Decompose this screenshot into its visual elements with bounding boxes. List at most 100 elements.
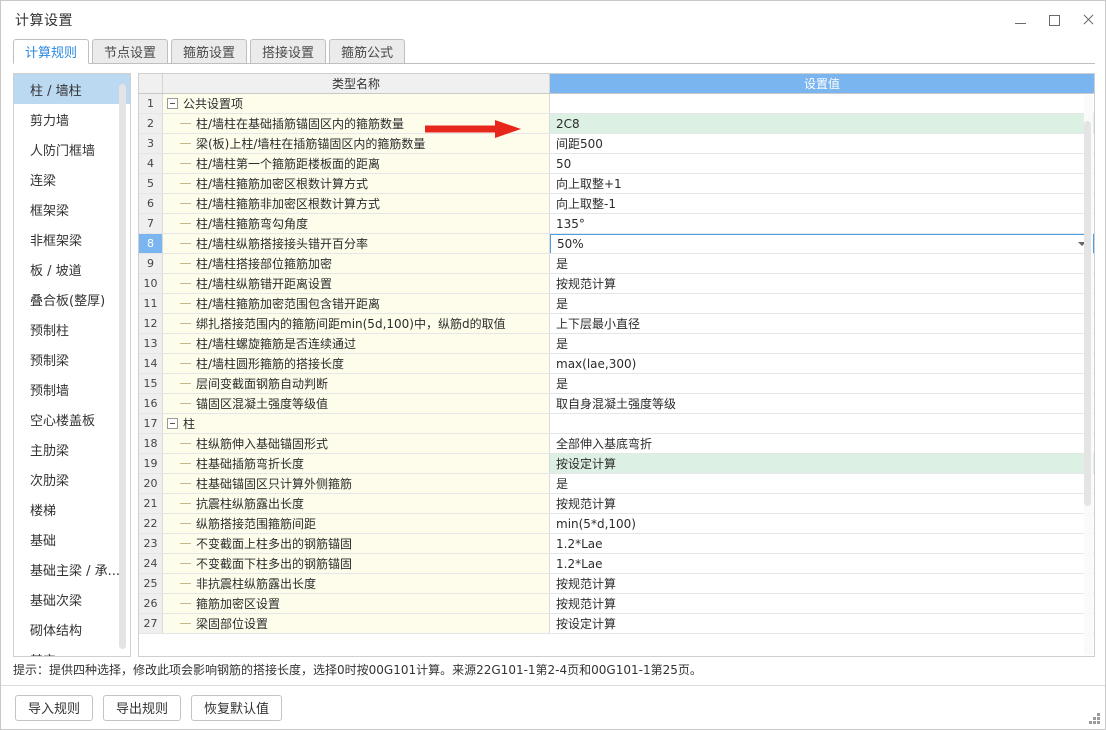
table-row[interactable]: 7 柱/墙柱箍筋弯勾角度 135° — [139, 214, 1094, 234]
collapse-minus-icon[interactable] — [167, 98, 178, 109]
tab-1[interactable]: 计算规则 — [13, 39, 90, 64]
setting-value-cell[interactable]: 135° — [550, 214, 1094, 233]
sidebar-item-20[interactable]: 其它 — [14, 644, 130, 657]
setting-value-cell[interactable]: 是 — [550, 374, 1094, 393]
setting-value-cell[interactable]: 是 — [550, 294, 1094, 313]
setting-value-cell[interactable]: 全部伸入基底弯折 — [550, 434, 1094, 453]
table-row[interactable]: 11 柱/墙柱箍筋加密范围包含错开距离 是 — [139, 294, 1094, 314]
table-row[interactable]: 27 梁固部位设置 按设定计算 — [139, 614, 1094, 634]
type-name-cell[interactable]: 梁固部位设置 — [163, 614, 550, 633]
setting-value-cell[interactable]: 是 — [550, 474, 1094, 493]
sidebar-scrollbar-thumb[interactable] — [119, 84, 126, 649]
type-name-cell[interactable]: 锚固区混凝土强度等级值 — [163, 394, 550, 413]
sidebar-item-12[interactable]: 空心楼盖板 — [14, 404, 130, 434]
sidebar-item-8[interactable]: 叠合板(整厚) — [14, 284, 130, 314]
table-row[interactable]: 19 柱基础插筋弯折长度 按设定计算 — [139, 454, 1094, 474]
sidebar-item-10[interactable]: 预制梁 — [14, 344, 130, 374]
setting-value-cell[interactable]: max(lae,300) — [550, 354, 1094, 373]
tab-3[interactable]: 箍筋设置 — [171, 39, 248, 63]
setting-value-cell[interactable]: 取自身混凝土强度等级 — [550, 394, 1094, 413]
type-name-cell[interactable]: 柱/墙柱第一个箍筋距楼板面的距离 — [163, 154, 550, 173]
close-button[interactable] — [1071, 1, 1105, 39]
setting-value-cell[interactable]: 按规范计算 — [550, 494, 1094, 513]
table-row[interactable]: 20 柱基础锚固区只计算外侧箍筋 是 — [139, 474, 1094, 494]
setting-value-cell[interactable]: 50% — [550, 234, 1094, 253]
type-name-cell[interactable]: 柱纵筋伸入基础锚固形式 — [163, 434, 550, 453]
table-row[interactable]: 26 箍筋加密区设置 按规范计算 — [139, 594, 1094, 614]
sidebar-item-4[interactable]: 连梁 — [14, 164, 130, 194]
table-row[interactable]: 14 柱/墙柱圆形箍筋的搭接长度 max(lae,300) — [139, 354, 1094, 374]
sidebar-item-7[interactable]: 板 / 坡道 — [14, 254, 130, 284]
footer-button-3[interactable]: 恢复默认值 — [191, 694, 283, 721]
minimize-button[interactable] — [1003, 1, 1037, 39]
sidebar-item-5[interactable]: 框架梁 — [14, 194, 130, 224]
table-row[interactable]: 13 柱/墙柱螺旋箍筋是否连续通过 是 — [139, 334, 1094, 354]
type-name-cell[interactable]: 柱/墙柱箍筋非加密区根数计算方式 — [163, 194, 550, 213]
setting-value-cell[interactable]: 是 — [550, 254, 1094, 273]
table-row[interactable]: 21 抗震柱纵筋露出长度 按规范计算 — [139, 494, 1094, 514]
type-name-cell[interactable]: 非抗震柱纵筋露出长度 — [163, 574, 550, 593]
collapse-minus-icon[interactable] — [167, 418, 178, 429]
sidebar-item-3[interactable]: 人防门框墙 — [14, 134, 130, 164]
setting-value-cell[interactable]: 按规范计算 — [550, 274, 1094, 293]
table-row[interactable]: 2 柱/墙柱在基础插筋锚固区内的箍筋数量 2C8 — [139, 114, 1094, 134]
sidebar-item-1[interactable]: 柱 / 墙柱 — [14, 74, 130, 104]
type-name-cell[interactable]: 柱/墙柱箍筋加密区根数计算方式 — [163, 174, 550, 193]
type-name-cell[interactable]: 柱基础锚固区只计算外侧箍筋 — [163, 474, 550, 493]
table-row[interactable]: 18 柱纵筋伸入基础锚固形式 全部伸入基底弯折 — [139, 434, 1094, 454]
setting-value-cell[interactable]: 50 — [550, 154, 1094, 173]
setting-value-cell[interactable]: min(5*d,100) — [550, 514, 1094, 533]
table-row[interactable]: 3 梁(板)上柱/墙柱在插筋锚固区内的箍筋数量 间距500 — [139, 134, 1094, 154]
table-row[interactable]: 22 纵筋搭接范围箍筋间距 min(5*d,100) — [139, 514, 1094, 534]
sidebar-item-16[interactable]: 基础 — [14, 524, 130, 554]
sidebar-item-19[interactable]: 砌体结构 — [14, 614, 130, 644]
setting-value-cell[interactable]: 上下层最小直径 — [550, 314, 1094, 333]
setting-value-cell[interactable]: 向上取整+1 — [550, 174, 1094, 193]
table-scrollbar-thumb[interactable] — [1084, 121, 1091, 506]
footer-button-1[interactable]: 导入规则 — [15, 694, 94, 721]
type-name-cell[interactable]: 柱/墙柱螺旋箍筋是否连续通过 — [163, 334, 550, 353]
type-name-cell[interactable]: 纵筋搭接范围箍筋间距 — [163, 514, 550, 533]
type-name-cell[interactable]: 柱/墙柱纵筋搭接接头错开百分率 — [163, 234, 550, 253]
setting-value-cell[interactable]: 按规范计算 — [550, 594, 1094, 613]
footer-button-2[interactable]: 导出规则 — [103, 694, 182, 721]
table-row[interactable]: 8 柱/墙柱纵筋搭接接头错开百分率 50% — [139, 234, 1094, 254]
type-name-cell[interactable]: 不变截面下柱多出的钢筋锚固 — [163, 554, 550, 573]
sidebar-item-2[interactable]: 剪力墙 — [14, 104, 130, 134]
sidebar-scrollbar-track[interactable] — [119, 78, 128, 650]
table-row[interactable]: 12 绑扎搭接范围内的箍筋间距min(5d,100)中，纵筋d的取值 上下层最小直径 — [139, 314, 1094, 334]
type-name-cell[interactable]: 绑扎搭接范围内的箍筋间距min(5d,100)中，纵筋d的取值 — [163, 314, 550, 333]
setting-value-cell[interactable]: 1.2*Lae — [550, 534, 1094, 553]
type-name-cell[interactable]: 柱/墙柱纵筋错开距离设置 — [163, 274, 550, 293]
type-name-cell[interactable]: 层间变截面钢筋自动判断 — [163, 374, 550, 393]
type-name-cell[interactable]: 柱/墙柱搭接部位箍筋加密 — [163, 254, 550, 273]
table-scrollbar-track[interactable] — [1084, 95, 1093, 655]
sidebar-item-18[interactable]: 基础次梁 — [14, 584, 130, 614]
table-row[interactable]: 15 层间变截面钢筋自动判断 是 — [139, 374, 1094, 394]
sidebar-item-6[interactable]: 非框架梁 — [14, 224, 130, 254]
setting-value-cell[interactable]: 1.2*Lae — [550, 554, 1094, 573]
type-name-cell[interactable]: 柱/墙柱圆形箍筋的搭接长度 — [163, 354, 550, 373]
setting-value-cell[interactable]: 向上取整-1 — [550, 194, 1094, 213]
table-row[interactable]: 24 不变截面下柱多出的钢筋锚固 1.2*Lae — [139, 554, 1094, 574]
type-name-cell[interactable]: 柱/墙柱箍筋加密范围包含错开距离 — [163, 294, 550, 313]
table-row[interactable]: 23 不变截面上柱多出的钢筋锚固 1.2*Lae — [139, 534, 1094, 554]
value-dropdown[interactable]: 50% — [550, 234, 1094, 253]
table-row[interactable]: 1 公共设置项 — [139, 94, 1094, 114]
type-name-cell[interactable]: 不变截面上柱多出的钢筋锚固 — [163, 534, 550, 553]
setting-value-cell[interactable] — [550, 414, 1094, 433]
table-row[interactable]: 4 柱/墙柱第一个箍筋距楼板面的距离 50 — [139, 154, 1094, 174]
sidebar-item-17[interactable]: 基础主梁 / 承... — [14, 554, 130, 584]
table-row[interactable]: 5 柱/墙柱箍筋加密区根数计算方式 向上取整+1 — [139, 174, 1094, 194]
sidebar-item-13[interactable]: 主肋梁 — [14, 434, 130, 464]
setting-value-cell[interactable]: 间距500 — [550, 134, 1094, 153]
sidebar-item-11[interactable]: 预制墙 — [14, 374, 130, 404]
type-name-cell[interactable]: 柱/墙柱箍筋弯勾角度 — [163, 214, 550, 233]
table-row[interactable]: 9 柱/墙柱搭接部位箍筋加密 是 — [139, 254, 1094, 274]
type-name-cell[interactable]: 柱基础插筋弯折长度 — [163, 454, 550, 473]
table-row[interactable]: 6 柱/墙柱箍筋非加密区根数计算方式 向上取整-1 — [139, 194, 1094, 214]
tab-2[interactable]: 节点设置 — [92, 39, 169, 63]
setting-value-cell[interactable]: 按设定计算 — [550, 454, 1094, 473]
setting-value-cell[interactable]: 按设定计算 — [550, 614, 1094, 633]
type-name-cell[interactable]: 梁(板)上柱/墙柱在插筋锚固区内的箍筋数量 — [163, 134, 550, 153]
